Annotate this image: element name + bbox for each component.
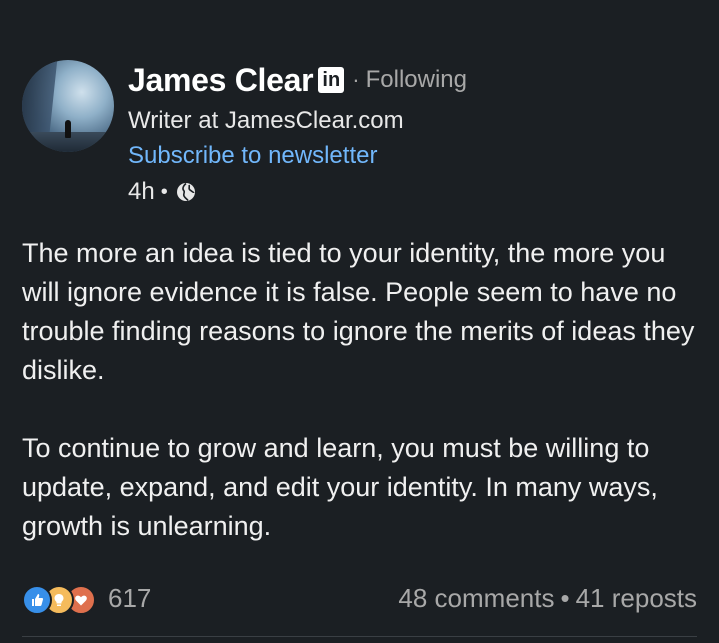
- name-row: James Clear in · Following: [128, 58, 467, 102]
- linkedin-badge-icon: in: [318, 67, 345, 93]
- separator-dot: •: [560, 582, 570, 613]
- follow-status[interactable]: Following: [366, 66, 467, 94]
- separator-dot: •: [160, 180, 168, 203]
- post-paragraph: To continue to grow and learn, you must …: [22, 433, 658, 541]
- author-name[interactable]: James Clear: [128, 62, 314, 99]
- post-header: James Clear in · Following Writer at Jam…: [22, 58, 697, 218]
- post-time: 4h: [128, 178, 155, 205]
- engagement-counts: 48 comments • 41 reposts: [398, 583, 697, 614]
- post-paragraph: The more an idea is tied to your identit…: [22, 238, 695, 385]
- subscribe-newsletter-link[interactable]: Subscribe to newsletter: [128, 138, 467, 174]
- reactions-summary[interactable]: 617: [22, 582, 152, 615]
- globe-icon: [176, 182, 195, 201]
- author-headline: Writer at JamesClear.com: [128, 107, 404, 134]
- author-meta: James Clear in · Following Writer at Jam…: [128, 58, 467, 210]
- post-text: The more an idea is tied to your identit…: [22, 234, 702, 585]
- reaction-icons: [22, 582, 102, 615]
- comments-count[interactable]: 48 comments: [398, 583, 554, 614]
- like-icon: [22, 585, 52, 615]
- reposts-count[interactable]: 41 reposts: [576, 583, 697, 614]
- reaction-count: 617: [108, 582, 152, 613]
- post-time-row: 4h •: [128, 174, 467, 210]
- social-counts: 617 48 comments • 41 reposts: [22, 576, 697, 620]
- avatar[interactable]: [22, 60, 114, 152]
- separator-dot: ·: [352, 67, 360, 92]
- divider: [22, 636, 697, 637]
